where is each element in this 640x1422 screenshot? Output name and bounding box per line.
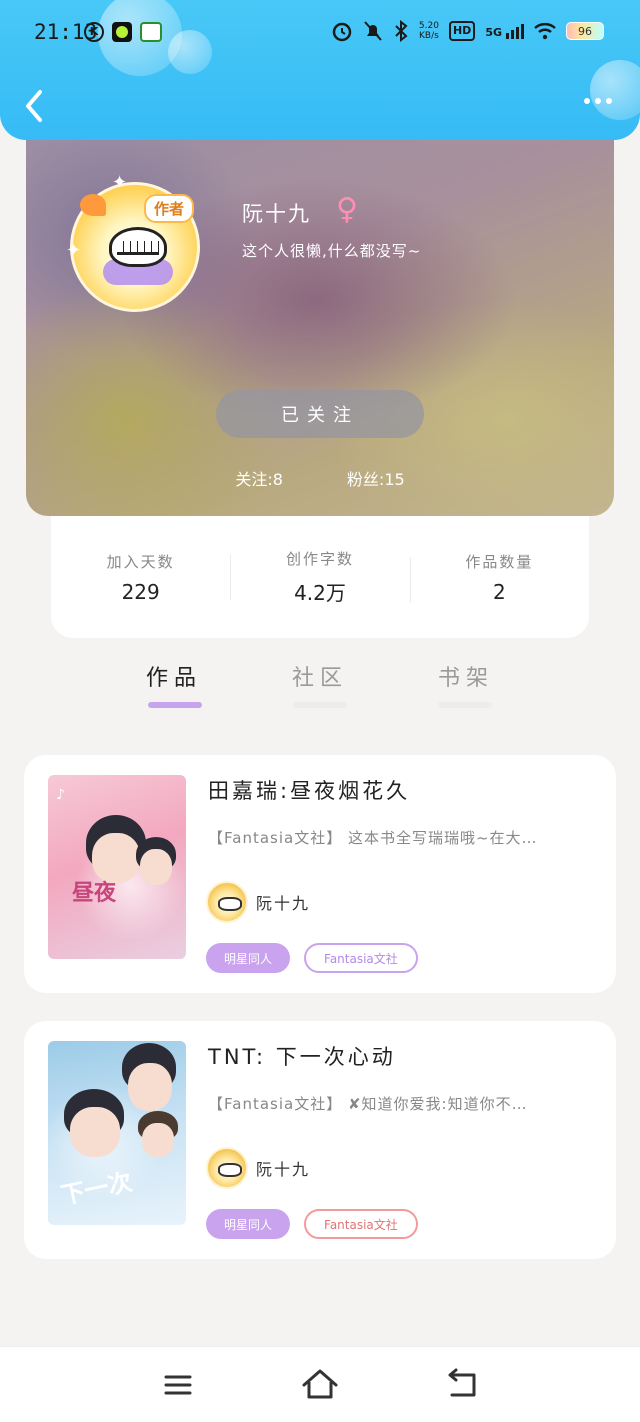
stat-label: 创作字数	[285, 550, 354, 568]
wifi-icon	[534, 23, 556, 40]
dot-icon	[606, 98, 612, 104]
profile-header: ✦ ✦ 作者 阮十九 ♀ 这个人很懒,什么都没写~ 已关注 关注:8 粉丝:15	[26, 100, 614, 516]
author-badge: 作者	[144, 194, 195, 223]
book-tags: 明星同人 Fantasia文社	[206, 1209, 418, 1239]
book-tags: 明星同人 Fantasia文社	[206, 943, 418, 973]
stat-join-days: 加入天数 229	[51, 551, 230, 604]
stat-value: 4.2万	[294, 581, 346, 605]
book-card[interactable]: 昼夜 ♪ 田嘉瑞:昼夜烟花久 【Fantasia文社】 这本书全写瑞瑞哦~在大……	[24, 755, 616, 993]
battery-indicator: 96	[566, 22, 604, 40]
author-name: 阮十九	[256, 894, 311, 913]
female-gender-icon: ♀	[336, 192, 358, 227]
tab-indicator	[438, 702, 492, 708]
author-avatar-small	[206, 1147, 248, 1189]
tag-star-fanfic[interactable]: 明星同人	[206, 943, 291, 973]
status-notification-icons: K	[84, 22, 162, 42]
sparkle-icon: ✦	[66, 240, 82, 261]
dot-icon	[584, 98, 590, 104]
tag-star-fanfic[interactable]: 明星同人	[206, 1209, 291, 1239]
following-count[interactable]: 关注:8	[235, 466, 283, 490]
signal-label: 5G	[485, 25, 502, 39]
decorative-bubble	[590, 60, 640, 120]
book-card[interactable]: 下一次 TNT: 下一次心动 【Fantasia文社】 ✘知道你爱我:知道你不……	[24, 1021, 616, 1259]
book-title[interactable]: 田嘉瑞:昼夜烟花久	[208, 775, 410, 805]
book-author[interactable]: 阮十九	[206, 1147, 310, 1189]
more-options-button[interactable]	[584, 98, 612, 104]
k-app-icon: K	[84, 22, 104, 42]
tab-bookshelf[interactable]: 书架	[426, 660, 506, 692]
author-name: 阮十九	[256, 1160, 311, 1179]
stat-value: 229	[121, 579, 160, 604]
stat-label: 作品数量	[465, 552, 534, 571]
hd-icon: HD	[448, 21, 476, 41]
stat-works-count: 作品数量 2	[409, 551, 589, 604]
stat-value: 2	[492, 579, 506, 604]
music-note-icon: ♪	[56, 787, 65, 803]
book-author[interactable]: 阮十九	[206, 881, 310, 923]
tag-publisher[interactable]: Fantasia文社	[304, 943, 418, 973]
tab-works[interactable]: 作品	[134, 660, 214, 692]
tag-publisher[interactable]: Fantasia文社	[304, 1209, 418, 1239]
profile-bio: 这个人很懒,什么都没写~	[242, 242, 422, 260]
app-notification-icon	[112, 22, 132, 42]
cover-title-art: 昼夜	[72, 881, 117, 906]
network-speed: 5.20 KB/s	[418, 21, 439, 41]
orange-balloon-icon	[80, 194, 106, 216]
stat-word-count: 创作字数 4.2万	[230, 548, 409, 606]
follow-stats: 关注:8 粉丝:15	[26, 466, 614, 490]
system-navigation-bar	[0, 1346, 640, 1422]
book-description: 【Fantasia文社】 这本书全写瑞瑞哦~在大…	[208, 829, 538, 847]
alarm-icon	[332, 22, 352, 42]
dot-icon	[595, 98, 601, 104]
profile-tabs: 作品 社区 书架	[0, 652, 640, 712]
bluetooth-icon	[395, 20, 408, 42]
status-system-icons: 5.20 KB/s HD 5G 96	[331, 20, 604, 42]
tab-community[interactable]: 社区	[280, 660, 360, 692]
book-title[interactable]: TNT: 下一次心动	[208, 1041, 396, 1071]
tab-indicator	[293, 702, 347, 708]
home-icon[interactable]	[300, 1367, 340, 1403]
fans-count[interactable]: 粉丝:15	[347, 466, 405, 490]
book-description: 【Fantasia文社】 ✘知道你爱我:知道你不…	[208, 1095, 528, 1113]
author-avatar-small	[206, 881, 248, 923]
signal-icon: 5G	[485, 23, 524, 39]
stat-label: 加入天数	[106, 552, 175, 571]
profile-username: 阮十九	[242, 202, 311, 226]
book-cover[interactable]: 昼夜 ♪	[48, 775, 186, 959]
tv-app-icon	[140, 22, 162, 42]
return-icon[interactable]	[442, 1367, 482, 1403]
sparkle-icon: ✦	[112, 172, 128, 193]
back-button[interactable]	[22, 88, 48, 124]
author-stats-card: 加入天数 229 创作字数 4.2万 作品数量 2	[51, 516, 589, 638]
top-app-bar: 21:13 K 5.20 KB/s HD 5G 96	[0, 0, 640, 140]
mute-bell-icon	[364, 21, 382, 41]
book-cover[interactable]: 下一次	[48, 1041, 186, 1225]
menu-icon[interactable]	[158, 1367, 198, 1403]
cover-title-art: 下一次	[58, 1167, 135, 1211]
follow-button[interactable]: 已关注	[216, 390, 424, 438]
decorative-bubble	[168, 30, 212, 74]
tab-indicator-active	[148, 702, 202, 708]
